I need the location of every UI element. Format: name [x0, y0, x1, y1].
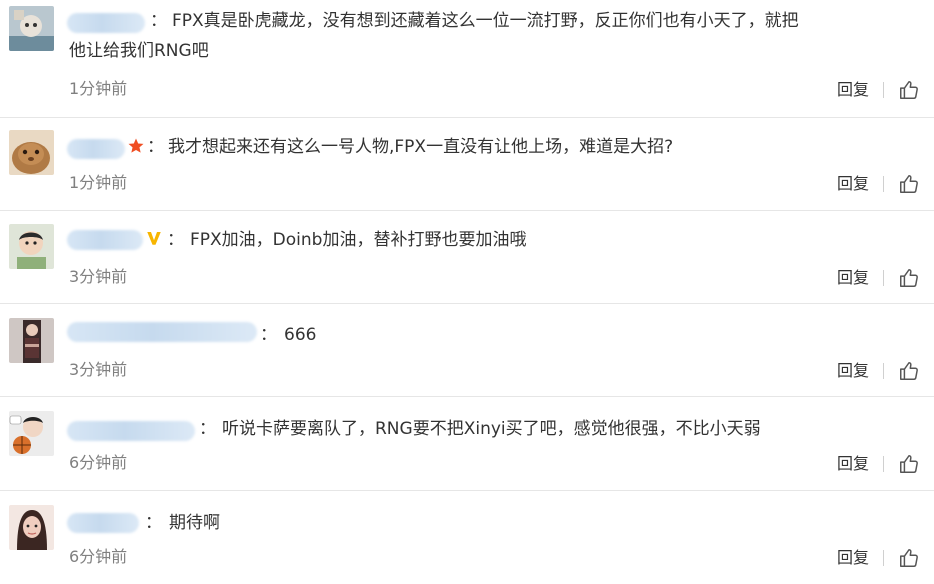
comment-text: 期待啊	[169, 513, 220, 533]
v-badge-icon	[145, 229, 163, 247]
comment-actions: 回复	[837, 172, 920, 196]
comment-item: ： 听说卡萨要离队了，RNG要不把Xinyi买了吧，感觉他很强，不比小天弱 6分…	[0, 397, 934, 491]
comment-actions: 回复	[837, 78, 920, 102]
user-avatar[interactable]	[9, 6, 54, 51]
avatar-girl-icon	[9, 505, 54, 550]
comment-item: ： 我才想起来还有这么一号人物,FPX一直没有让他上场，难道是大招? 1分钟前 …	[0, 118, 934, 211]
username-blurred[interactable]	[67, 513, 139, 533]
like-icon[interactable]	[898, 173, 920, 195]
name-colon: ：	[145, 513, 162, 533]
username-blurred[interactable]	[67, 230, 143, 250]
comment-item: ： FPX加油，Doinb加油，替补打野也要加油哦 3分钟前 回复	[0, 211, 934, 304]
comment-time: 1分钟前	[69, 173, 128, 192]
comment-text: 我才想起来还有这么一号人物,FPX一直没有让他上场，难道是大招?	[168, 137, 674, 157]
user-avatar[interactable]	[9, 505, 54, 550]
comment-text: 666	[284, 325, 317, 345]
comment-item: ： 期待啊 6分钟前 回复	[0, 491, 934, 584]
username-blurred[interactable]	[67, 139, 125, 159]
action-divider	[883, 550, 884, 566]
comment-time: 3分钟前	[69, 267, 128, 286]
name-colon: ：	[167, 230, 184, 250]
comment-actions: 回复	[837, 546, 920, 570]
like-icon[interactable]	[898, 267, 920, 289]
like-icon[interactable]	[898, 453, 920, 475]
comment-time: 1分钟前	[69, 79, 128, 98]
reply-button[interactable]: 回复	[837, 173, 869, 195]
like-icon[interactable]	[898, 360, 920, 382]
avatar-cartoon-icon	[9, 6, 54, 51]
reply-button[interactable]: 回复	[837, 547, 869, 569]
comment-actions: 回复	[837, 266, 920, 290]
comment-text: 听说卡萨要离队了，RNG要不把Xinyi买了吧，感觉他很强，不比小天弱	[222, 419, 761, 439]
like-icon[interactable]	[898, 79, 920, 101]
username-blurred[interactable]	[67, 421, 195, 441]
avatar-basketball-icon	[9, 411, 54, 456]
comment-list: ： FPX真是卧虎藏龙，没有想到还藏着这么一位一流打野，反正你们也有小天了，就把…	[0, 0, 934, 584]
user-avatar[interactable]	[9, 130, 54, 175]
action-divider	[883, 456, 884, 472]
action-divider	[883, 363, 884, 379]
user-avatar[interactable]	[9, 318, 54, 363]
comment-time: 3分钟前	[69, 360, 128, 379]
comment-item: ： FPX真是卧虎藏龙，没有想到还藏着这么一位一流打野，反正你们也有小天了，就把…	[0, 0, 934, 118]
comment-text: FPX加油，Doinb加油，替补打野也要加油哦	[190, 230, 527, 250]
reply-button[interactable]: 回复	[837, 360, 869, 382]
comment-text: FPX真是卧虎藏龙，没有想到还藏着这么一位一流打野，反正你们也有小天了，就把他让…	[69, 11, 799, 61]
comment-actions: 回复	[837, 452, 920, 476]
reply-button[interactable]: 回复	[837, 267, 869, 289]
action-divider	[883, 176, 884, 192]
avatar-rabbit-icon	[9, 130, 54, 175]
star-icon	[127, 137, 145, 155]
user-avatar[interactable]	[9, 411, 54, 456]
avatar-child-icon	[9, 224, 54, 269]
name-colon: ：	[147, 137, 164, 157]
comment-actions: 回复	[837, 359, 920, 383]
user-avatar[interactable]	[9, 224, 54, 269]
username-blurred[interactable]	[67, 322, 257, 342]
action-divider	[883, 270, 884, 286]
like-icon[interactable]	[898, 547, 920, 569]
name-colon: ：	[260, 325, 277, 345]
reply-button[interactable]: 回复	[837, 453, 869, 475]
action-divider	[883, 82, 884, 98]
reply-button[interactable]: 回复	[837, 79, 869, 101]
comment-time: 6分钟前	[69, 547, 128, 566]
avatar-woman-icon	[9, 318, 54, 363]
comment-item: ： 666 3分钟前 回复	[0, 304, 934, 397]
name-colon: ：	[199, 419, 216, 439]
comment-time: 6分钟前	[69, 453, 128, 472]
